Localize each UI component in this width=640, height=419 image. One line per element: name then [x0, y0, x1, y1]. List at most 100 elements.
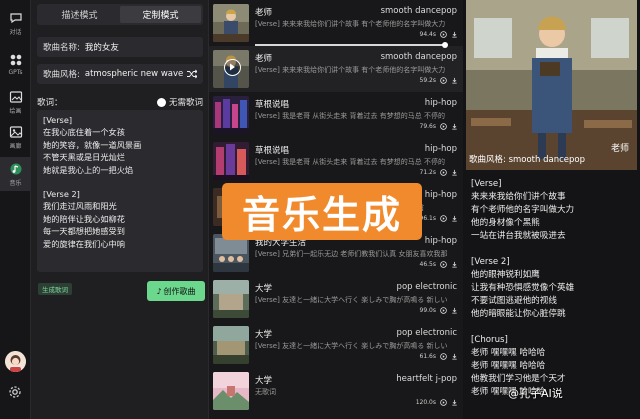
download-icon[interactable] [451, 215, 458, 222]
download-icon[interactable] [451, 123, 458, 130]
song-meta: 94.4s [420, 31, 459, 38]
avatar[interactable] [5, 351, 26, 372]
song-meta: 59.2s [420, 77, 459, 84]
song-duration: 99.0s [419, 307, 437, 314]
song-style: smooth dancepop [380, 6, 457, 16]
download-icon[interactable] [451, 31, 458, 38]
watermark-text: @孔子AI说 [508, 387, 563, 400]
song-name-field[interactable]: 歌曲名称: 我的女友 [37, 37, 203, 57]
play-icon[interactable] [440, 123, 447, 130]
song-cover [213, 280, 249, 318]
instrumental-toggle[interactable]: 无需歌词 [156, 96, 203, 108]
grid-icon [9, 53, 23, 67]
song-cover [213, 142, 249, 180]
song-style-field[interactable]: 歌曲风格: atmospheric new wave [37, 64, 203, 84]
download-icon[interactable] [451, 353, 458, 360]
rail-item-chat[interactable]: 对话 [0, 6, 31, 40]
download-icon[interactable] [451, 399, 458, 406]
play-overlay-icon[interactable] [224, 59, 241, 76]
song-lyric-preview: [Verse] 友達と一緒に大学へ行く 楽しみで胸が高鳴る 新しい [255, 296, 448, 304]
song-style-input[interactable]: atmospheric new wave [85, 69, 183, 79]
song-lyric-preview: [Verse] 我是老哥 从街头走来 背着过去 有梦想的马总 不停的 [255, 158, 445, 166]
tab-custom-mode[interactable]: 定制模式 [120, 6, 201, 23]
song-row[interactable]: 草根说唱 hip-hop [Verse] 我是老哥 从街头走来 背着过去 有梦想… [209, 138, 463, 184]
shuffle-icon[interactable] [187, 69, 198, 79]
download-icon[interactable] [451, 307, 458, 314]
music-generation-banner: 音乐生成 [222, 183, 422, 240]
song-duration: 46.5s [419, 261, 437, 268]
song-row[interactable]: 老师 smooth dancepop [Verse] 来来来我给你们讲个故事 有… [209, 0, 463, 46]
lyrics-label: 歌词： [37, 98, 63, 108]
playback-progress-bar[interactable] [255, 44, 445, 46]
play-icon[interactable] [440, 169, 447, 176]
download-icon[interactable] [451, 261, 458, 268]
rail-label: 音乐 [9, 179, 22, 187]
rail-item-gallery[interactable]: 画廊 [0, 120, 31, 154]
song-row-playing[interactable]: 老师 smooth dancepop [Verse] 来来来我给你们讲个故事 有… [209, 42, 463, 92]
tab-describe-mode[interactable]: 描述模式 [39, 6, 120, 23]
rail-label: 对话 [9, 28, 22, 36]
song-duration: 59.2s [419, 77, 437, 84]
song-row[interactable]: 草根说唱 hip-hop [Verse] 我是老哥 从街头走来 背着过去 有梦想… [209, 92, 463, 138]
mode-tabs: 描述模式 定制模式 [37, 4, 203, 25]
lyric-line: [Verse 2] [471, 257, 510, 267]
rail-item-gpts[interactable]: GPTs [0, 47, 31, 81]
song-style: hip-hop [424, 190, 457, 200]
play-icon[interactable] [440, 215, 447, 222]
chat-icon [9, 11, 23, 25]
lyric-line: 不要试图逃避他的视线 [471, 296, 557, 306]
create-song-button[interactable]: ♪ 创作歌曲 [147, 281, 205, 301]
song-row[interactable]: 大学 pop electronic [Verse] 友達と一緒に大学へ行く 楽し… [209, 276, 463, 322]
lyric-line: 让我有种恐惧感觉像个英雄 [471, 283, 575, 293]
song-style: hip-hop [424, 144, 457, 154]
generate-lyrics-button[interactable]: 生成歌词 [38, 283, 72, 295]
song-style: hip-hop [424, 236, 457, 246]
lyric-line: [Verse 2] [43, 189, 80, 200]
download-icon[interactable] [451, 77, 458, 84]
song-name: 老师 [611, 144, 630, 154]
song-duration: 61.6s [419, 353, 437, 360]
lyrics-textarea[interactable]: [Verse] 在我心底住着一个女孩 她的笑容，就像一道风景画 不管天黑或是日光… [37, 110, 203, 272]
song-style: pop electronic [396, 328, 457, 338]
play-icon[interactable] [440, 307, 447, 314]
download-icon[interactable] [451, 169, 458, 176]
song-lyric-preview: 无歌词 [255, 388, 276, 396]
song-row[interactable]: 大学 heartfelt j-pop 无歌词 120.0s [209, 368, 463, 414]
palette-icon [9, 90, 23, 104]
lyric-line: 他的身材像个黑熊 [471, 218, 540, 228]
song-title: 大学 [255, 376, 273, 386]
create-song-label: 创作歌曲 [163, 286, 196, 296]
song-detail-panel: 老师 歌曲风格: smooth dancepop [Verse] 来来来我给你们… [463, 0, 640, 419]
gear-icon[interactable] [8, 385, 22, 399]
song-meta: 79.6s [420, 123, 459, 130]
lyric-line: 她的陪伴让我心如柳花 [43, 213, 125, 224]
lyrics-header: 歌词： 无需歌词 [37, 95, 203, 109]
lyric-line: 老师 嘿嘿嘿 哈哈哈 [471, 361, 546, 371]
toggle-knob [156, 97, 166, 107]
watermark: @孔子AI说 [508, 385, 563, 401]
lyric-line: 每一天都想把她感受到 [43, 226, 125, 237]
play-icon[interactable] [440, 399, 447, 406]
lyric-line: 有个老师他的名字叫做大力 [471, 205, 575, 215]
play-icon[interactable] [440, 77, 447, 84]
song-style: hip-hop [424, 98, 457, 108]
playback-progress-handle[interactable] [442, 42, 448, 48]
lyric-line: 不管天黑或是日光灿烂 [43, 152, 125, 163]
song-lyric-preview: [Verse] 我是老哥 从街头走来 背着过去 有梦想的马总 不停的 [255, 112, 445, 120]
song-duration: 71.2s [419, 169, 437, 176]
song-duration: 120.0s [415, 399, 436, 406]
gallery-icon [9, 125, 23, 139]
song-row[interactable]: 大学 pop electronic [Verse] 友達と一緒に大学へ行く 楽し… [209, 322, 463, 368]
lyric-line: [Verse] [471, 179, 502, 189]
play-icon[interactable] [440, 353, 447, 360]
song-lyric-preview: [Verse] 友達と一緒に大学へ行く 楽しみで胸が高鳴る 新しい [255, 342, 448, 350]
song-name-input[interactable]: 我的女友 [85, 41, 119, 53]
song-duration: 94.4s [419, 31, 437, 38]
rail-item-paint[interactable]: 绘画 [0, 85, 31, 119]
nav-rail: 对话 GPTs 绘画 画廊 音乐 [0, 0, 31, 419]
lyric-line: 一站在讲台我就被吸进去 [471, 231, 566, 241]
play-icon[interactable] [440, 261, 447, 268]
rail-item-music[interactable]: 音乐 [0, 157, 31, 191]
lyric-line: 我们走过风雨和阳光 [43, 201, 117, 212]
play-icon[interactable] [440, 31, 447, 38]
